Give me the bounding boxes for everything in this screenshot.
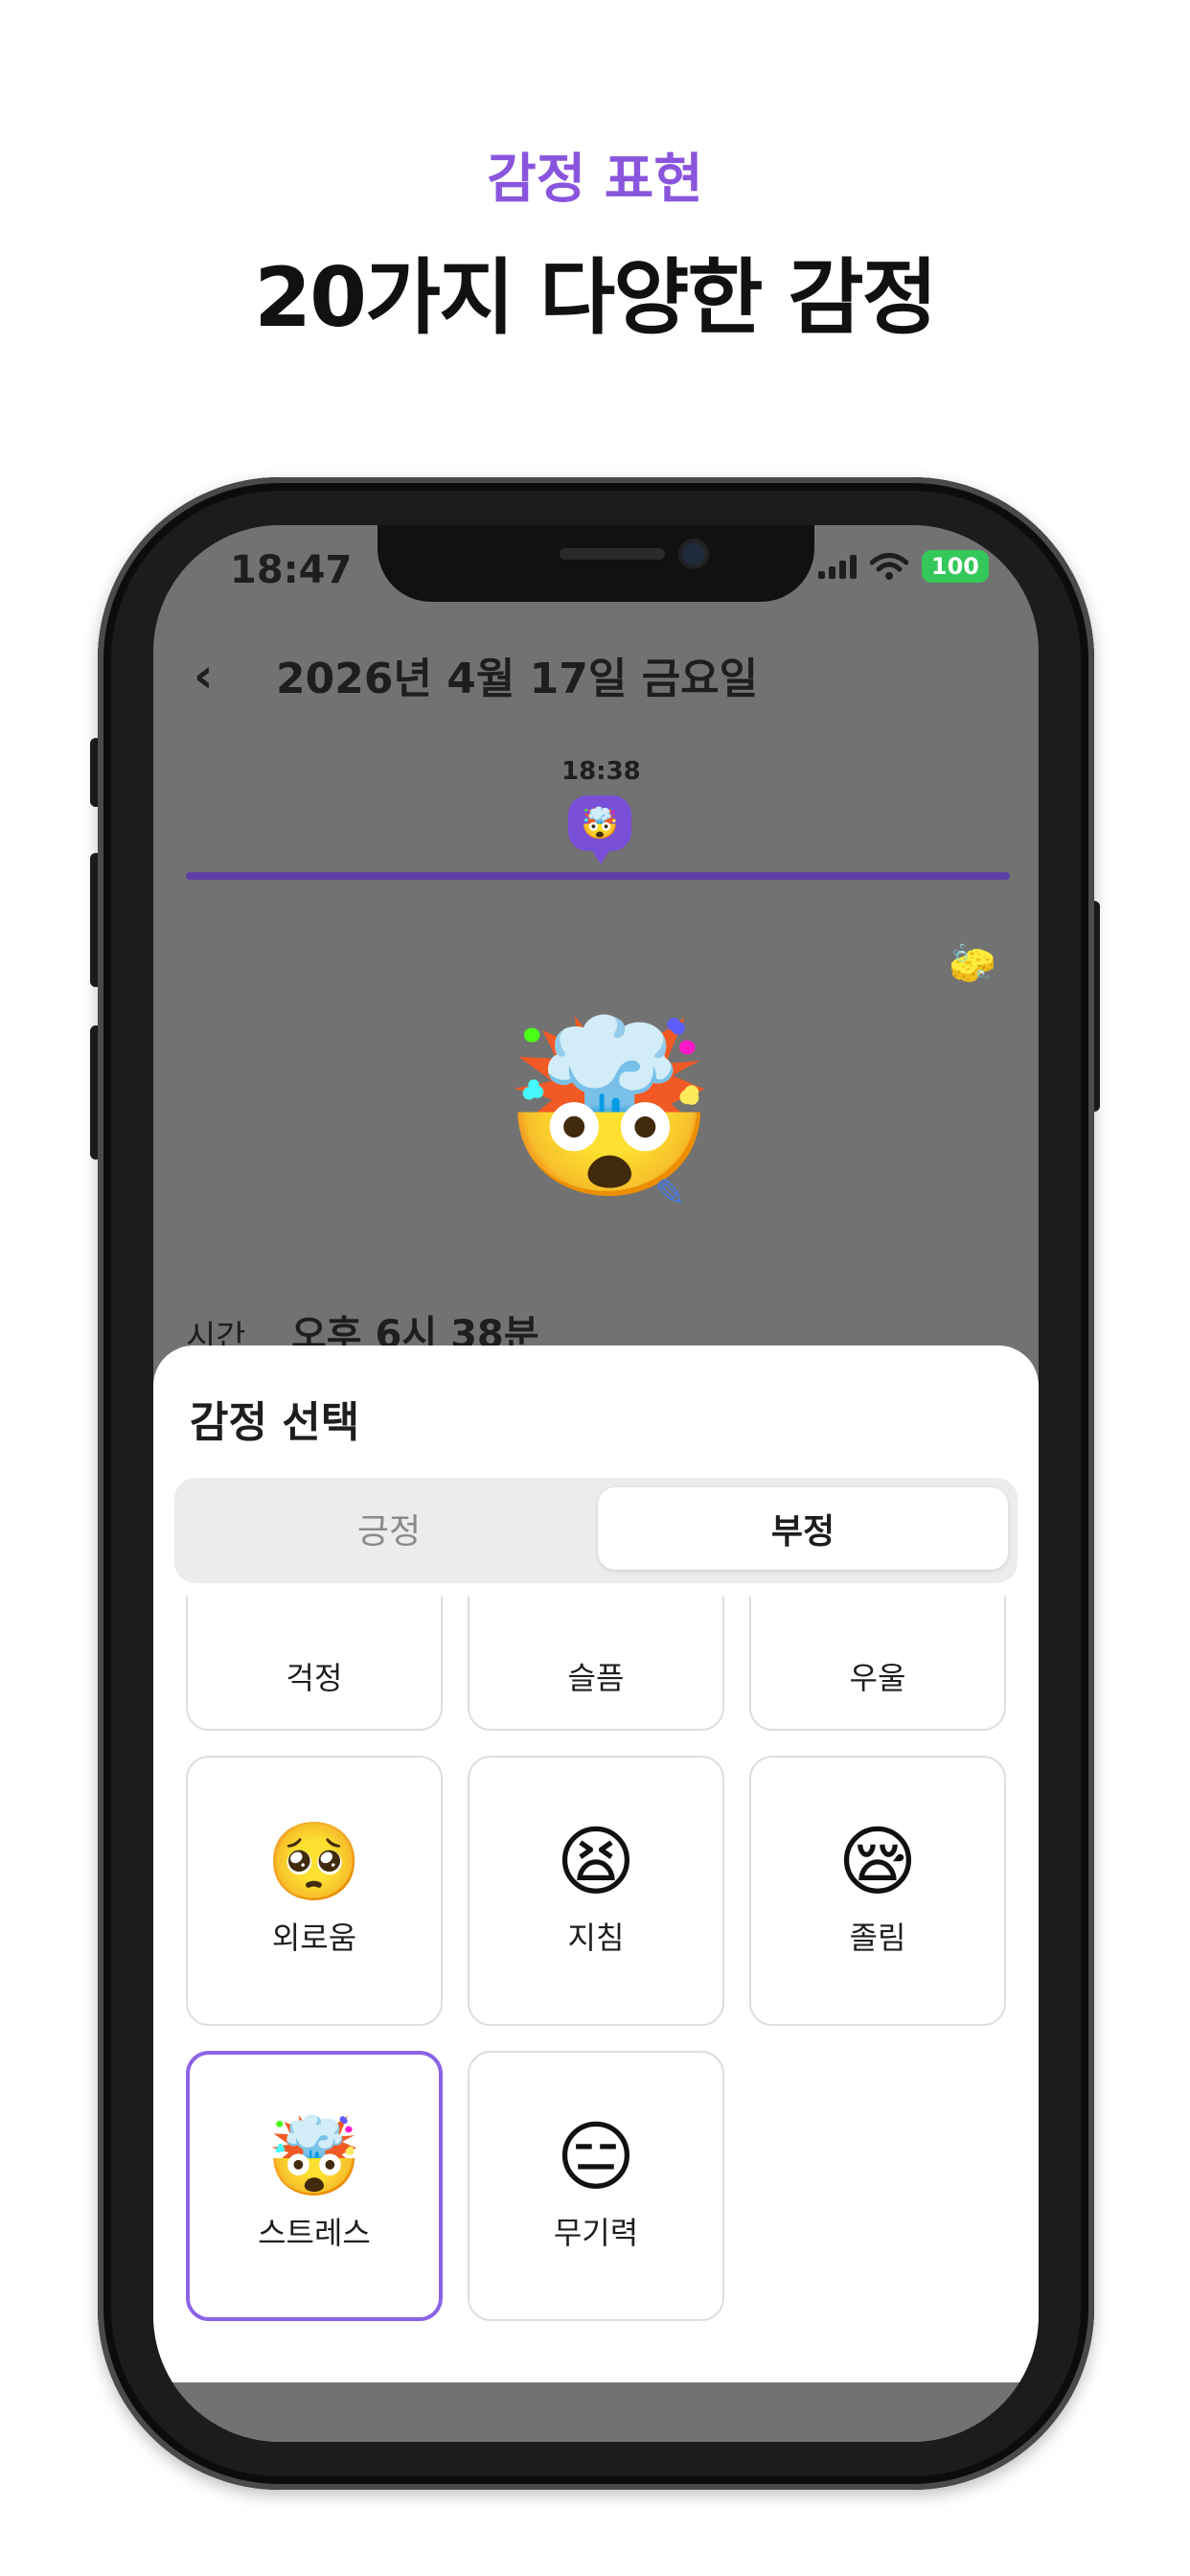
emotion-emoji: 😪: [837, 1817, 918, 1906]
phone-screen: 18:47 100 ‹ 2026년 4월 17일 금요일 18:38 🤯 🧽 🤯…: [153, 525, 1039, 2442]
timeline-bar[interactable]: [186, 872, 1010, 880]
tab-negative[interactable]: 부정: [598, 1487, 1008, 1570]
emotion-sheet: 감정 선택 긍정 부정 😟 걱정 😢 슬픔 😞 우울 🥺 외로움: [153, 1346, 1039, 2382]
emotion-card[interactable]: 😑 무기력: [468, 2051, 724, 2321]
selected-emotion-emoji[interactable]: 🤯: [502, 1024, 717, 1196]
emotion-label: 무기력: [553, 2215, 639, 2251]
emotion-label: 스트레스: [258, 2215, 371, 2251]
emotion-card[interactable]: 😪 졸림: [749, 1756, 1006, 2026]
battery-indicator: 100: [921, 550, 989, 583]
emotion-emoji: 😑: [556, 2112, 636, 2201]
emotion-label: 외로움: [271, 1920, 357, 1956]
emotion-card[interactable]: 😟 걱정: [186, 1597, 443, 1731]
timeline-marker[interactable]: 🤯: [568, 795, 631, 864]
emotion-label: 걱정: [286, 1660, 343, 1696]
status-time: 18:47: [230, 548, 353, 592]
signal-icon: [817, 554, 857, 579]
emotion-card[interactable]: 😢 슬픔: [468, 1597, 724, 1731]
wifi-icon: [869, 553, 908, 580]
tab-positive[interactable]: 긍정: [184, 1487, 594, 1570]
emotion-emoji: 😫: [556, 1817, 636, 1906]
notch: [378, 525, 814, 602]
emotion-emoji: 🤯: [266, 2112, 362, 2201]
eraser-icon[interactable]: 🧽: [949, 941, 996, 986]
hero-subtitle: 감정 표현: [487, 149, 703, 211]
emotion-card[interactable]: 🥺 외로움: [186, 1756, 443, 2026]
camera: [682, 542, 705, 565]
emotion-type-tabs: 긍정 부정: [174, 1478, 1018, 1583]
home-indicator-area: [153, 2382, 1039, 2442]
speaker: [560, 548, 665, 560]
page-title: 2026년 4월 17일 금요일: [276, 655, 759, 703]
emotion-card[interactable]: 😫 지침: [468, 1756, 724, 2026]
emotion-label: 우울: [849, 1660, 906, 1696]
emotion-label: 슬픔: [567, 1660, 625, 1696]
emotion-label: 졸림: [849, 1920, 906, 1956]
emotion-card[interactable]: 😞 우울: [749, 1597, 1006, 1731]
emotion-grid: 😟 걱정 😢 슬픔 😞 우울 🥺 외로움 😫 지침 😪: [153, 1597, 1039, 2382]
timeline-marker-emoji: 🤯: [581, 805, 619, 841]
back-chevron-icon[interactable]: ‹: [194, 648, 214, 703]
emotion-emoji: 🥺: [266, 1817, 362, 1906]
emotion-label: 지침: [567, 1920, 625, 1956]
timeline-marker-time: 18:38: [561, 757, 641, 786]
sheet-title: 감정 선택: [190, 1398, 360, 1447]
status-icons: 100: [817, 550, 989, 583]
hero-title: 20가지 다양한 감정: [254, 250, 937, 346]
emotion-card-selected[interactable]: 🤯 스트레스: [186, 2051, 443, 2321]
